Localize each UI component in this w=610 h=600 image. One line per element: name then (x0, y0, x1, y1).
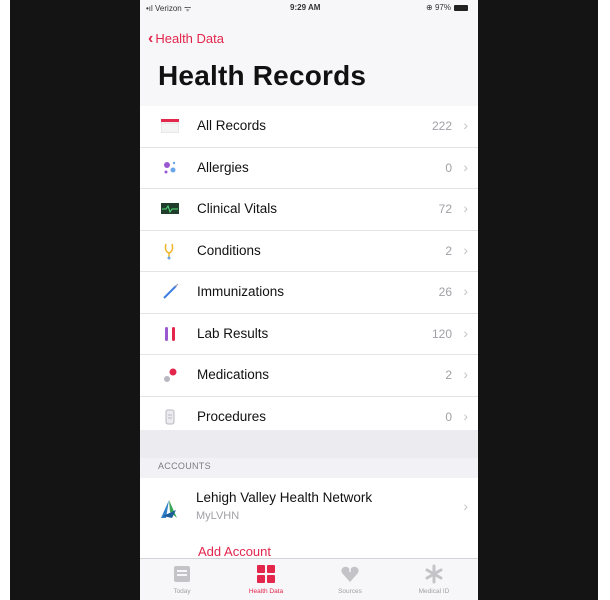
chevron-right-icon: › (463, 407, 468, 424)
record-count: 120 (431, 326, 452, 341)
record-row-lab-results[interactable]: Lab Results 120 › (140, 314, 478, 355)
record-label: Lab Results (197, 325, 269, 341)
tab-label: Sources (338, 588, 362, 595)
clinical-vitals-icon (160, 199, 180, 219)
chevron-right-icon: › (463, 498, 468, 514)
record-count: 72 (438, 202, 452, 216)
allergies-icon (160, 158, 180, 178)
record-count: 2 (445, 243, 452, 258)
record-label: All Records (197, 118, 267, 133)
chevron-right-icon: › (463, 241, 468, 258)
chevron-right-icon: › (463, 158, 468, 175)
tab-label: Medical ID (418, 588, 450, 595)
record-row-immunizations[interactable]: Immunizations 26 › (140, 272, 478, 314)
tab-bar: Today Health Data Sources Medical ID (140, 558, 478, 600)
record-count: 2 (445, 368, 452, 382)
add-account-label: Add Account (198, 544, 271, 558)
carrier: •ıl Verizon ᯤ (146, 3, 191, 14)
record-row-clinical-vitals[interactable]: Clinical Vitals 72 › (140, 189, 478, 231)
all-records-icon (160, 116, 180, 136)
status-time: 9:29 AM (290, 3, 321, 12)
phone-screen: •ıl Verizon ᯤ 9:29 AM ⊕ 97% ‹ Health Data… (140, 0, 478, 600)
record-row-allergies[interactable]: Allergies 0 › (140, 148, 478, 189)
record-label: Immunizations (197, 284, 285, 299)
record-label: Conditions (197, 242, 261, 258)
immunizations-icon (160, 282, 180, 302)
chevron-right-icon: › (463, 200, 468, 216)
record-count: 222 (431, 119, 452, 133)
record-label: Clinical Vitals (197, 201, 278, 216)
alarm-icon: ⊕ (426, 3, 435, 12)
record-row-all-records[interactable]: All Records 222 › (140, 106, 478, 148)
left-letterbox (10, 0, 140, 600)
wifi-icon: ᯤ (183, 4, 192, 13)
tab-label: Today (173, 588, 191, 595)
record-count: 0 (445, 409, 452, 424)
tab-sources[interactable]: Sources (308, 559, 392, 600)
nav-header: ‹ Health Data Health Records (140, 14, 478, 107)
chevron-left-icon: ‹ (148, 30, 154, 47)
lvhn-logo-icon (161, 500, 177, 518)
battery-status: ⊕ 97% (426, 3, 468, 12)
chevron-right-icon: › (463, 324, 468, 341)
section-gap (140, 430, 478, 458)
status-bar: •ıl Verizon ᯤ 9:29 AM ⊕ 97% (140, 0, 478, 14)
battery-icon (454, 4, 468, 11)
accounts-header: ACCOUNTS (158, 461, 211, 471)
tab-medical-id[interactable]: Medical ID (392, 559, 476, 600)
page-title: Health Records (158, 60, 367, 91)
tab-today[interactable]: Today (140, 559, 224, 600)
carrier-label: Verizon (155, 4, 182, 13)
back-label: Health Data (155, 31, 224, 46)
medications-icon (160, 365, 180, 385)
records-list: All Records 222 › Allergies 0 › Clinical… (140, 106, 478, 437)
chevron-right-icon: › (463, 283, 468, 299)
account-row-lvhn[interactable]: Lehigh Valley Health Network MyLVHN › (140, 478, 478, 537)
chevron-right-icon: › (463, 366, 468, 382)
conditions-icon (160, 241, 180, 261)
chevron-right-icon: › (463, 117, 468, 133)
battery-percent: 97% (434, 3, 451, 12)
signal-icon: •ıl (146, 4, 156, 13)
lab-results-icon (160, 324, 180, 344)
record-count: 26 (438, 285, 452, 299)
record-label: Allergies (197, 159, 249, 175)
right-letterbox (478, 0, 598, 600)
medical-id-icon (425, 564, 443, 584)
today-icon (174, 566, 190, 582)
record-count: 0 (445, 160, 452, 175)
sources-icon (341, 564, 359, 582)
add-account-button[interactable]: Add Account (140, 536, 478, 558)
health-data-icon (257, 565, 275, 583)
back-button[interactable]: ‹ Health Data (148, 30, 224, 48)
tab-label: Health Data (248, 588, 284, 595)
account-subtitle: MyLVHN (196, 510, 240, 522)
record-row-medications[interactable]: Medications 2 › (140, 355, 478, 397)
record-row-conditions[interactable]: Conditions 2 › (140, 231, 478, 272)
procedures-icon (160, 407, 180, 427)
record-label: Medications (197, 367, 270, 382)
account-name: Lehigh Valley Health Network (196, 490, 373, 505)
tab-health-data[interactable]: Health Data (224, 559, 308, 600)
record-label: Procedures (197, 408, 267, 424)
